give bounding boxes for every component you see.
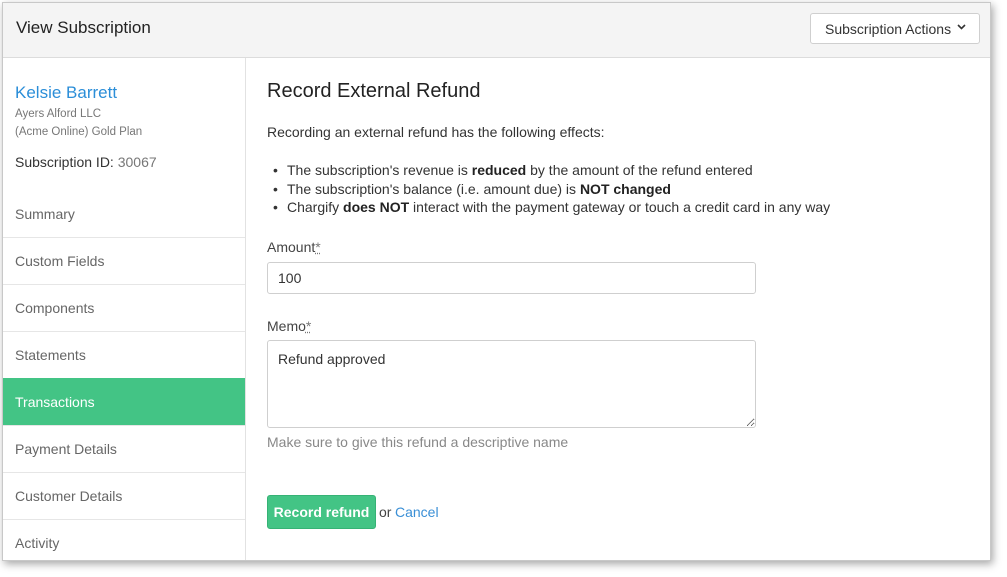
effects-list: The subscription's revenue is reduced by… bbox=[267, 161, 830, 217]
memo-field[interactable]: Refund approved bbox=[267, 340, 756, 428]
sidebar-item-custom-fields[interactable]: Custom Fields bbox=[3, 237, 245, 284]
or-text: or bbox=[379, 504, 392, 520]
customer-company: Ayers Alford LLC bbox=[15, 108, 102, 120]
sidebar-item-summary[interactable]: Summary bbox=[3, 190, 245, 237]
sidebar-item-statements[interactable]: Statements bbox=[3, 331, 245, 378]
page-title: Record External Refund bbox=[267, 80, 481, 102]
required-marker: * bbox=[305, 318, 312, 334]
sidebar-item-transactions[interactable]: Transactions bbox=[3, 378, 245, 425]
subscription-id-value: 30067 bbox=[117, 154, 157, 170]
sidebar-item-label: Customer Details bbox=[15, 488, 123, 504]
subscription-actions-button[interactable]: Subscription Actions bbox=[810, 13, 980, 44]
effect-text: interact with the payment gateway or tou… bbox=[409, 199, 831, 215]
effect-text: by the amount of the refund entered bbox=[526, 162, 753, 178]
required-marker: * bbox=[315, 239, 321, 255]
intro-text: Recording an external refund has the fol… bbox=[267, 124, 605, 140]
sidebar-item-activity[interactable]: Activity bbox=[3, 519, 245, 560]
amount-field[interactable] bbox=[267, 262, 756, 294]
amount-label-text: Amount bbox=[267, 239, 316, 255]
subscription-plan: (Acme Online) Gold Plan bbox=[15, 126, 143, 138]
sidebar-item-label: Activity bbox=[15, 535, 60, 551]
effect-text: Chargify bbox=[287, 199, 344, 215]
page-header: View Subscription Subscription Actions bbox=[3, 3, 990, 58]
sidebar-item-label: Custom Fields bbox=[15, 253, 105, 269]
effect-text: The subscription's balance (i.e. amount … bbox=[287, 180, 580, 197]
memo-label: Memo* bbox=[267, 318, 311, 334]
app-window: View Subscription Subscription Actions K… bbox=[2, 2, 991, 561]
record-refund-button[interactable]: Record refund bbox=[267, 495, 376, 529]
effect-emphasis: reduced bbox=[471, 162, 527, 178]
memo-label-text: Memo bbox=[267, 318, 306, 334]
subscription-id-label: Subscription ID: bbox=[15, 154, 114, 170]
sidebar-item-label: Summary bbox=[15, 205, 75, 222]
memo-hint: Make sure to give this refund a descript… bbox=[267, 434, 569, 450]
sidebar-item-payment-details[interactable]: Payment Details bbox=[3, 425, 245, 472]
cancel-link[interactable]: Cancel bbox=[395, 504, 439, 520]
sidebar-item-customer-details[interactable]: Customer Details bbox=[3, 472, 245, 519]
sidebar-item-label: Statements bbox=[15, 347, 86, 363]
list-item: Chargify does NOT interact with the paym… bbox=[267, 198, 830, 217]
effect-text: The subscription's revenue is bbox=[287, 162, 472, 178]
page-header-title: View Subscription bbox=[16, 18, 151, 37]
list-item: The subscription's revenue is reduced by… bbox=[267, 161, 830, 180]
sidebar-item-label: Transactions bbox=[15, 394, 95, 410]
sidebar-item-label: Components bbox=[15, 300, 95, 316]
sidebar-nav: Summary Custom Fields Components Stateme… bbox=[3, 190, 245, 560]
sidebar-item-components[interactable]: Components bbox=[3, 284, 245, 331]
chevron-down-icon bbox=[957, 22, 966, 33]
sidebar-item-label: Payment Details bbox=[15, 441, 117, 457]
effect-emphasis: does NOT bbox=[343, 199, 410, 215]
subscription-actions-label: Subscription Actions bbox=[825, 20, 952, 37]
list-item: The subscription's balance (i.e. amount … bbox=[267, 180, 830, 199]
sidebar: Kelsie Barrett Ayers Alford LLC (Acme On… bbox=[3, 58, 246, 560]
effect-emphasis: NOT changed bbox=[579, 180, 671, 197]
customer-name-link[interactable]: Kelsie Barrett bbox=[15, 83, 117, 103]
subscription-id: Subscription ID: 30067 bbox=[15, 154, 157, 170]
amount-label: Amount* bbox=[267, 239, 321, 255]
